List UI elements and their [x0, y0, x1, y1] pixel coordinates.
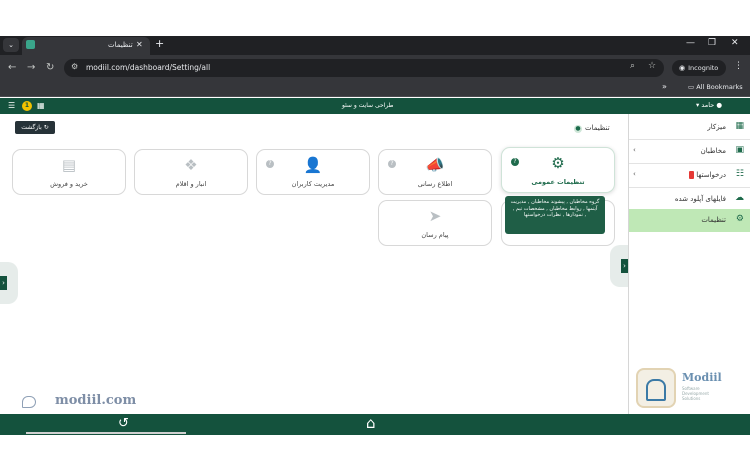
bookmarks-overflow-icon[interactable]: »: [662, 82, 667, 91]
incognito-icon: ◉: [679, 64, 686, 72]
browser-menu-icon[interactable]: ⋮: [734, 61, 743, 71]
list-icon: ☷: [735, 169, 744, 179]
left-panel-toggle[interactable]: ›: [0, 262, 18, 304]
header-center-title: طراحی سایت و سئو: [342, 102, 394, 109]
chevron-right-icon: ›: [0, 276, 7, 290]
chevron-right-icon: ›: [621, 259, 628, 273]
sidebar-item-requests[interactable]: ‹ درخواستها ☷: [629, 164, 750, 187]
horizontal-scrollbar[interactable]: [26, 432, 186, 434]
chevron-left-icon: ‹: [633, 146, 636, 154]
page-footer-blank: [0, 435, 750, 470]
menu-icon[interactable]: ☰: [8, 101, 15, 110]
logo-text: Modiil: [682, 371, 722, 384]
bookmarks-bar: [0, 81, 750, 97]
card-messenger[interactable]: ➤ پیام رسان: [378, 200, 492, 246]
incognito-indicator[interactable]: ◉ Incognito: [672, 60, 726, 76]
zoom-icon[interactable]: ⌕: [630, 61, 635, 71]
bookmark-star-icon[interactable]: ☆: [648, 61, 656, 71]
tab-title: تنظیمات: [108, 41, 133, 49]
user-gear-icon: 👤: [303, 156, 323, 174]
home-icon[interactable]: ⌂: [366, 414, 376, 432]
settings-breadcrumb-icon: ●: [574, 125, 582, 133]
sidebar-item-uploads[interactable]: فایلهای آپلود شده ☁: [629, 188, 750, 211]
logo-mark: [636, 368, 676, 408]
new-tab-button[interactable]: +: [155, 37, 164, 50]
window-close-icon[interactable]: ✕: [731, 38, 739, 48]
grid-icon: ▦: [735, 121, 744, 131]
sidebar-item-settings[interactable]: تنظیمات ⚙: [629, 209, 750, 232]
cash-register-icon: ▤: [61, 156, 77, 174]
minimize-icon[interactable]: —: [686, 38, 695, 48]
back-button[interactable]: بازگشت ↻: [15, 121, 55, 134]
contacts-icon: ▣: [735, 145, 744, 155]
card-tooltip: گروه مخاطبان , پیشوند مخاطبان , مدیریت آ…: [505, 196, 605, 234]
cloud-upload-icon: ☁: [735, 193, 744, 203]
card-buy-sell[interactable]: ▤ خرید و فروش: [12, 149, 126, 195]
calendar-icon[interactable]: ▦: [37, 101, 45, 110]
requests-badge: [689, 171, 694, 179]
reload-icon[interactable]: ↻: [46, 62, 54, 73]
card-warehouse[interactable]: ❖ انبار و اقلام: [134, 149, 248, 195]
card-general-settings[interactable]: ? ⚙ تنظیمات عمومی: [501, 147, 615, 193]
breadcrumb: ● تنظیمات: [574, 124, 610, 133]
chevron-left-icon: ‹: [633, 170, 636, 178]
boxes-icon: ❖: [184, 156, 198, 174]
logo-subtitle: Software Development Solutions: [682, 386, 709, 401]
url-text: modiil.com/dashboard/Setting/all: [86, 63, 211, 72]
tab-favicon-icon: [26, 40, 35, 49]
restore-icon[interactable]: ❐: [708, 38, 716, 48]
chat-icon[interactable]: [22, 396, 36, 408]
forward-arrow-icon[interactable]: →: [27, 62, 35, 73]
sidebar-item-dashboard[interactable]: میزکار ▦: [629, 116, 750, 139]
tab-close-icon[interactable]: ✕: [136, 40, 143, 49]
tab-search-button[interactable]: ⌄: [3, 38, 19, 52]
card-user-management[interactable]: ? 👤 مدیریت کاربران: [256, 149, 370, 195]
gears-icon: ⚙: [551, 154, 565, 172]
sidebar-item-contacts[interactable]: ‹ مخاطبان ▣: [629, 140, 750, 163]
user-menu[interactable]: ▾ حامد ●: [696, 101, 722, 109]
back-arrow-icon[interactable]: ←: [8, 62, 16, 73]
gear-icon: ⚙: [735, 214, 744, 224]
omnibox[interactable]: ⚙ modiil.com/dashboard/Setting/all ⌕ ☆: [64, 59, 664, 77]
back-nav-icon[interactable]: ↺: [118, 416, 129, 431]
notification-badge[interactable]: 1: [22, 101, 32, 111]
sidebar-collapse-toggle[interactable]: ›: [610, 245, 628, 287]
watermark: modiil.com: [55, 393, 137, 408]
browser-tab[interactable]: تنظیمات ✕: [22, 37, 150, 55]
card-notifications[interactable]: ? 📣 اطلاع رسانی: [378, 149, 492, 195]
paper-plane-icon: ➤: [428, 207, 442, 225]
megaphone-icon: 📣: [425, 156, 445, 174]
all-bookmarks[interactable]: ▭ All Bookmarks: [688, 83, 743, 91]
site-info-icon[interactable]: ⚙: [71, 62, 78, 71]
app-header: طراحی سایت و سئو: [0, 98, 750, 114]
user-icon: ●: [716, 101, 722, 109]
